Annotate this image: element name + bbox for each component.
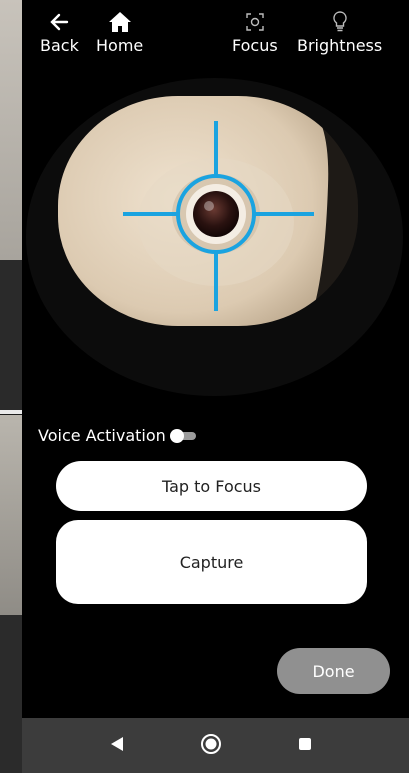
focus-button[interactable]: Focus <box>232 10 278 56</box>
adjacent-background <box>0 0 22 773</box>
voice-activation-label: Voice Activation <box>38 426 166 445</box>
capture-button[interactable]: Capture <box>56 520 367 604</box>
tap-to-focus-button[interactable]: Tap to Focus <box>56 461 367 511</box>
done-button[interactable]: Done <box>277 648 390 694</box>
camera-screen: Back Home Focus Brightness Voice Activat… <box>22 0 409 773</box>
back-button[interactable]: Back <box>40 10 79 56</box>
nav-home-button[interactable] <box>196 718 226 773</box>
brightness-button[interactable]: Brightness <box>297 10 382 56</box>
home-label: Home <box>96 36 144 55</box>
home-icon <box>108 10 132 34</box>
back-label: Back <box>40 36 79 55</box>
nav-back-button[interactable] <box>102 718 132 773</box>
square-recents-icon <box>298 736 312 755</box>
circle-home-icon <box>200 733 222 759</box>
focus-icon <box>243 10 267 34</box>
voice-activation-toggle[interactable] <box>169 428 198 443</box>
focus-label: Focus <box>232 36 278 55</box>
nav-recents-button[interactable] <box>290 718 320 773</box>
home-button[interactable]: Home <box>96 10 143 56</box>
voice-activation-row: Voice Activation <box>38 426 198 445</box>
arrow-left-icon <box>47 10 71 34</box>
system-nav-bar <box>22 718 409 773</box>
triangle-back-icon <box>110 736 124 756</box>
lightbulb-icon <box>328 10 352 34</box>
brightness-label: Brightness <box>297 36 383 55</box>
camera-preview[interactable] <box>58 96 358 326</box>
